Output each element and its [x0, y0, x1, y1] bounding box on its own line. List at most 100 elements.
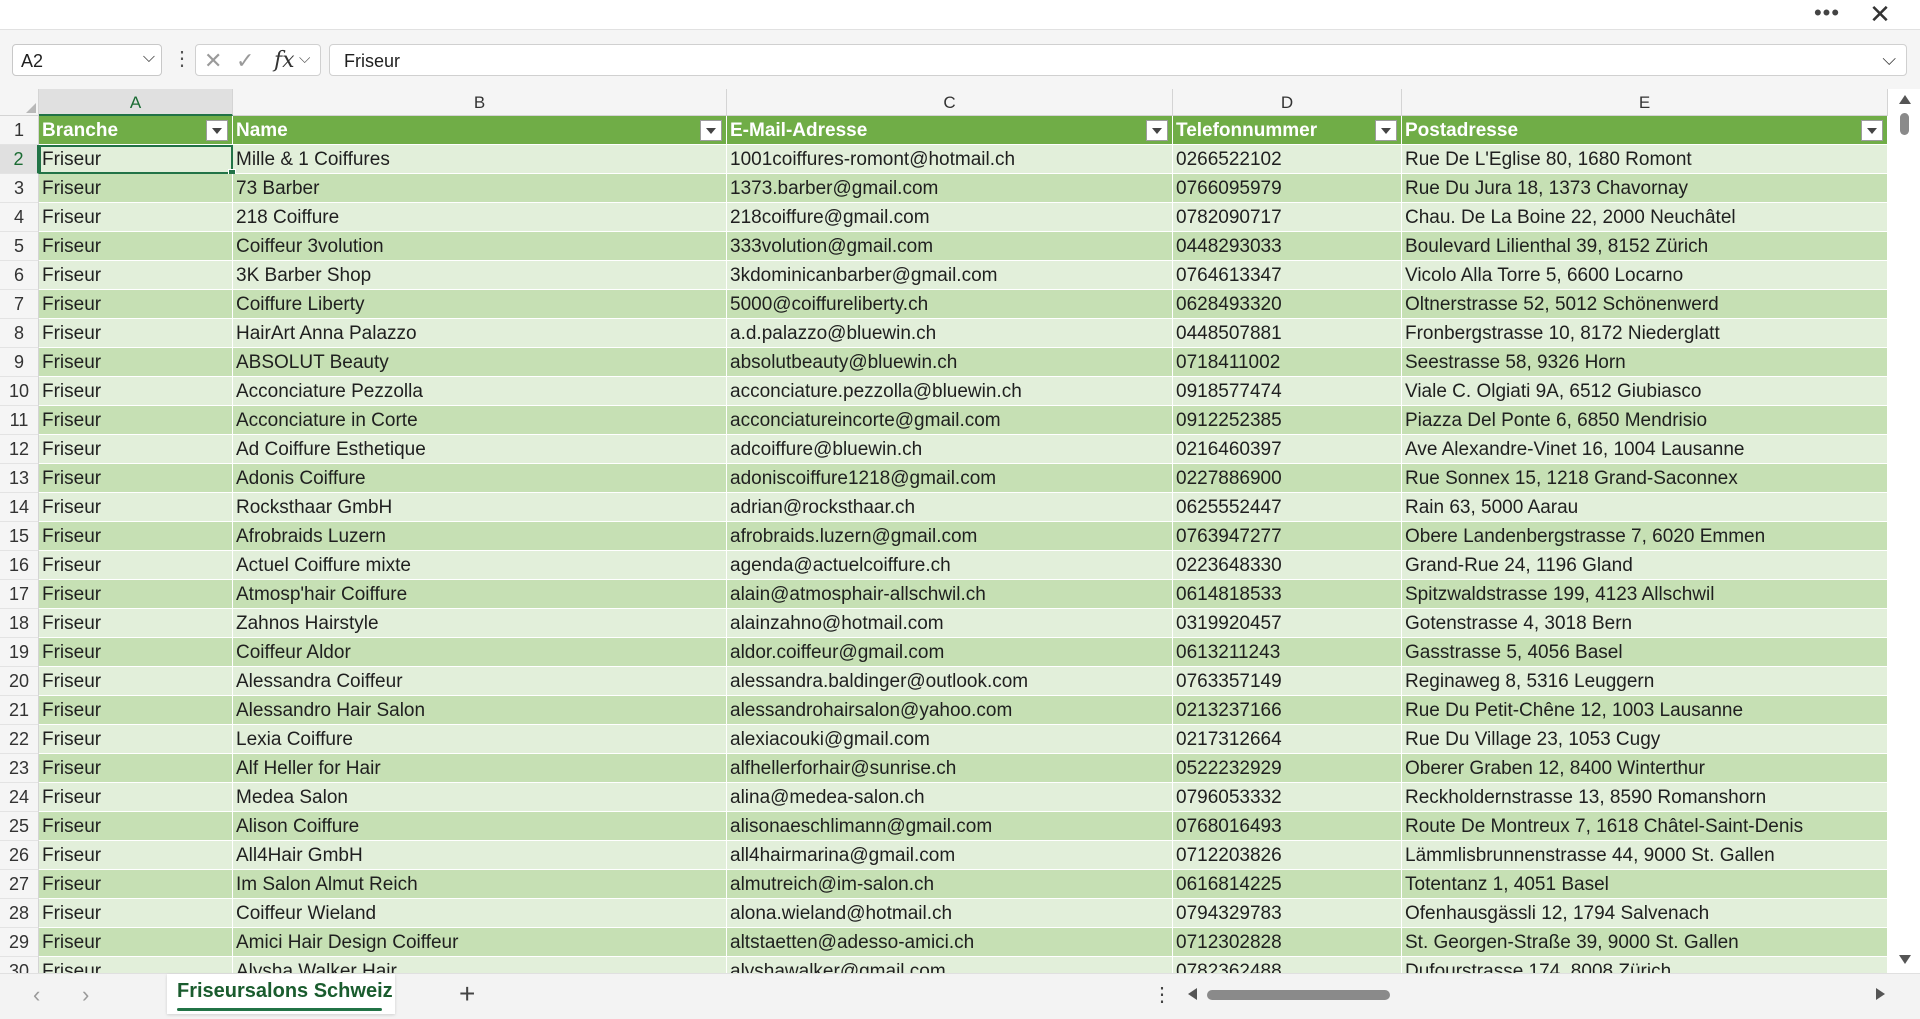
table-cell[interactable]: 0522232929	[1173, 754, 1402, 783]
table-cell[interactable]: Alf Heller for Hair	[233, 754, 727, 783]
column-header-b[interactable]: B	[233, 89, 727, 116]
table-cell[interactable]: Ofenhausgässli 12, 1794 Salvenach	[1402, 899, 1888, 928]
row-header[interactable]: 27	[0, 870, 39, 899]
table-cell[interactable]: 0768016493	[1173, 812, 1402, 841]
row-header[interactable]: 8	[0, 319, 39, 348]
table-cell[interactable]: Rue Du Petit-Chêne 12, 1003 Lausanne	[1402, 696, 1888, 725]
name-box[interactable]: A2 ⌵	[12, 44, 162, 76]
table-cell[interactable]: Rue Du Village 23, 1053 Cugy	[1402, 725, 1888, 754]
select-all-corner[interactable]	[0, 89, 39, 116]
table-cell[interactable]: Coiffeur Aldor	[233, 638, 727, 667]
column-header-d[interactable]: D	[1173, 89, 1402, 116]
table-cell[interactable]: Alessandra Coiffeur	[233, 667, 727, 696]
table-cell[interactable]: 0616814225	[1173, 870, 1402, 899]
table-cell[interactable]: Friseur	[39, 348, 233, 377]
sheet-tab-friseursalons[interactable]: Friseursalons Schweiz	[167, 974, 395, 1014]
table-cell[interactable]: Friseur	[39, 580, 233, 609]
table-cell[interactable]: Ad Coiffure Esthetique	[233, 435, 727, 464]
table-cell[interactable]: Friseur	[39, 667, 233, 696]
table-cell[interactable]: 0764613347	[1173, 261, 1402, 290]
ellipsis-icon[interactable]: •••	[1809, 0, 1845, 29]
column-header-c[interactable]: C	[727, 89, 1173, 116]
row-header[interactable]: 23	[0, 754, 39, 783]
table-cell[interactable]: Reginaweg 8, 5316 Leuggern	[1402, 667, 1888, 696]
table-cell[interactable]: almutreich@im-salon.ch	[727, 870, 1173, 899]
row-header[interactable]: 15	[0, 522, 39, 551]
row-header[interactable]: 9	[0, 348, 39, 377]
row-header[interactable]: 11	[0, 406, 39, 435]
table-cell[interactable]: Atmosp'hair Coiffure	[233, 580, 727, 609]
table-cell[interactable]: alfhellerforhair@sunrise.ch	[727, 754, 1173, 783]
table-cell[interactable]: HairArt Anna Palazzo	[233, 319, 727, 348]
table-cell[interactable]: alona.wieland@hotmail.ch	[727, 899, 1173, 928]
row-header[interactable]: 13	[0, 464, 39, 493]
table-cell[interactable]: Friseur	[39, 957, 233, 973]
table-cell[interactable]: Friseur	[39, 638, 233, 667]
table-cell[interactable]: 0625552447	[1173, 493, 1402, 522]
table-cell[interactable]: 0712302828	[1173, 928, 1402, 957]
prev-sheet-icon[interactable]: ‹	[33, 982, 40, 1008]
table-cell[interactable]: 3kdominicanbarber@gmail.com	[727, 261, 1173, 290]
table-cell[interactable]: alainzahno@hotmail.com	[727, 609, 1173, 638]
table-cell[interactable]: Viale C. Olgiati 9A, 6512 Giubiasco	[1402, 377, 1888, 406]
row-header[interactable]: 2	[0, 145, 39, 174]
table-cell[interactable]: adrian@rocksthaar.ch	[727, 493, 1173, 522]
scroll-left-icon[interactable]	[1188, 988, 1197, 1000]
row-header[interactable]: 20	[0, 667, 39, 696]
table-cell[interactable]: Lexia Coiffure	[233, 725, 727, 754]
table-header-cell[interactable]: E-Mail-Adresse	[727, 116, 1173, 145]
filter-dropdown-icon[interactable]	[206, 120, 228, 141]
expand-formula-icon[interactable]: ⌵	[1882, 49, 1896, 70]
table-cell[interactable]: alexiacouki@gmail.com	[727, 725, 1173, 754]
table-cell[interactable]: 1373.barber@gmail.com	[727, 174, 1173, 203]
row-header[interactable]: 3	[0, 174, 39, 203]
table-cell[interactable]: Friseur	[39, 870, 233, 899]
table-cell[interactable]: Oberer Graben 12, 8400 Winterthur	[1402, 754, 1888, 783]
chevron-down-icon[interactable]: ⌵	[299, 50, 310, 67]
row-header[interactable]: 5	[0, 232, 39, 261]
table-cell[interactable]: 0763357149	[1173, 667, 1402, 696]
filter-dropdown-icon[interactable]	[1375, 120, 1397, 141]
table-cell[interactable]: 0614818533	[1173, 580, 1402, 609]
table-cell[interactable]: 0448507881	[1173, 319, 1402, 348]
table-cell[interactable]: Friseur	[39, 232, 233, 261]
table-cell[interactable]: Friseur	[39, 609, 233, 638]
table-cell[interactable]: Alessandro Hair Salon	[233, 696, 727, 725]
table-cell[interactable]: Friseur	[39, 899, 233, 928]
table-cell[interactable]: 0918577474	[1173, 377, 1402, 406]
table-cell[interactable]: 5000@coiffureliberty.ch	[727, 290, 1173, 319]
table-header-cell[interactable]: Postadresse	[1402, 116, 1888, 145]
table-cell[interactable]: Rue De L'Eglise 80, 1680 Romont	[1402, 145, 1888, 174]
cancel-x-icon[interactable]: ✕	[204, 48, 222, 74]
table-cell[interactable]: 0628493320	[1173, 290, 1402, 319]
table-cell[interactable]: Adonis Coiffure	[233, 464, 727, 493]
vertical-dots-icon[interactable]: ⋮	[1152, 982, 1172, 1007]
row-header[interactable]: 14	[0, 493, 39, 522]
table-cell[interactable]: Obere Landenbergstrasse 7, 6020 Emmen	[1402, 522, 1888, 551]
table-cell[interactable]: alain@atmosphair-allschwil.ch	[727, 580, 1173, 609]
table-header-cell[interactable]: Name	[233, 116, 727, 145]
table-cell[interactable]: 0796053332	[1173, 783, 1402, 812]
table-cell[interactable]: alina@medea-salon.ch	[727, 783, 1173, 812]
table-cell[interactable]: all4hairmarina@gmail.com	[727, 841, 1173, 870]
row-header[interactable]: 25	[0, 812, 39, 841]
filter-dropdown-icon[interactable]	[1861, 120, 1883, 141]
table-cell[interactable]: Friseur	[39, 377, 233, 406]
row-header[interactable]: 10	[0, 377, 39, 406]
table-cell[interactable]: alessandra.baldinger@outlook.com	[727, 667, 1173, 696]
table-cell[interactable]: 0227886900	[1173, 464, 1402, 493]
row-header[interactable]: 30	[0, 957, 39, 973]
row-header[interactable]: 29	[0, 928, 39, 957]
table-cell[interactable]: Friseur	[39, 319, 233, 348]
row-header[interactable]: 26	[0, 841, 39, 870]
table-cell[interactable]: Gotenstrasse 4, 3018 Bern	[1402, 609, 1888, 638]
table-cell[interactable]: Spitzwaldstrasse 199, 4123 Allschwil	[1402, 580, 1888, 609]
table-cell[interactable]: Lämmlisbrunnenstrasse 44, 9000 St. Galle…	[1402, 841, 1888, 870]
table-cell[interactable]: Alison Coiffure	[233, 812, 727, 841]
table-cell[interactable]: 0266522102	[1173, 145, 1402, 174]
table-cell[interactable]: Rue Du Jura 18, 1373 Chavornay	[1402, 174, 1888, 203]
table-cell[interactable]: Fronbergstrasse 10, 8172 Niederglatt	[1402, 319, 1888, 348]
table-cell[interactable]: aldor.coiffeur@gmail.com	[727, 638, 1173, 667]
column-header-e[interactable]: E	[1402, 89, 1888, 116]
table-cell[interactable]: Friseur	[39, 464, 233, 493]
